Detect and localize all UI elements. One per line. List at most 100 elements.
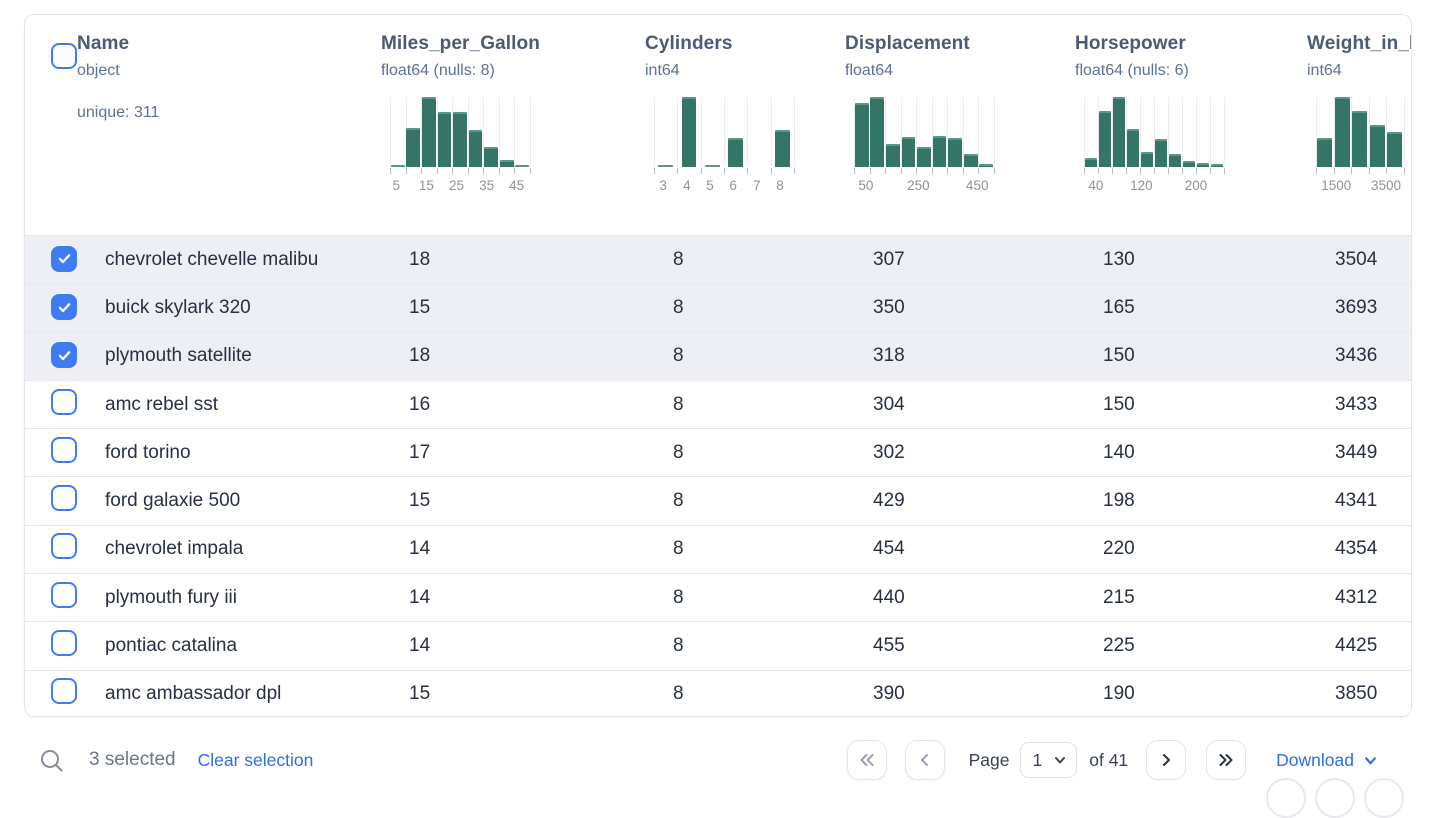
cell-miles_per_gallon: 17 — [409, 442, 673, 464]
row-checkbox[interactable] — [51, 246, 77, 272]
row-checkbox[interactable] — [51, 389, 77, 415]
column-title[interactable]: Displacement — [845, 33, 1075, 55]
histogram-gridline — [1084, 97, 1085, 167]
table-row[interactable]: ford galaxie 5001584291984341 — [25, 476, 1411, 524]
cell-displacement: 440 — [873, 587, 1103, 609]
axis-tick — [1098, 168, 1099, 174]
row-checkbox[interactable] — [51, 294, 77, 320]
cutoff-circle-button[interactable] — [1266, 778, 1306, 818]
row-checkbox[interactable] — [51, 582, 77, 608]
row-checkbox-cell — [25, 246, 105, 274]
hist-bar — [469, 130, 483, 167]
axis-tick — [514, 168, 515, 174]
row-checkbox[interactable] — [51, 533, 77, 559]
prev-page-button[interactable] — [905, 740, 945, 780]
axis-tick — [483, 168, 484, 174]
hist-bar — [1169, 154, 1181, 167]
histogram-plot[interactable] — [854, 97, 994, 167]
axis-tick — [771, 168, 772, 174]
cutoff-circle-button[interactable] — [1364, 778, 1404, 818]
cell-miles_per_gallon: 15 — [409, 297, 673, 319]
table-row[interactable]: buick skylark 3201583501653693 — [25, 283, 1411, 331]
histogram-gridline — [771, 97, 772, 167]
cell-cylinders: 8 — [673, 587, 873, 609]
search-icon[interactable] — [38, 747, 65, 774]
hist-bar — [1141, 152, 1153, 167]
next-page-button[interactable] — [1146, 740, 1186, 780]
axis-tick — [421, 168, 422, 174]
cell-miles_per_gallon: 14 — [409, 538, 673, 560]
table-row[interactable]: pontiac catalina1484552254425 — [25, 621, 1411, 669]
histogram-cylinders[interactable]: 345678 — [654, 97, 794, 194]
table-row[interactable]: plymouth fury iii1484402154312 — [25, 573, 1411, 621]
column-title[interactable]: Horsepower — [1075, 33, 1307, 55]
cell-displacement: 302 — [873, 442, 1103, 464]
histogram-gridline — [978, 97, 979, 167]
cell-displacement: 454 — [873, 538, 1103, 560]
page-select[interactable]: 1 — [1020, 742, 1078, 778]
axis-tick — [1334, 168, 1335, 174]
cell-name: pontiac catalina — [105, 635, 409, 657]
histogram-plot[interactable] — [390, 97, 530, 167]
row-checkbox[interactable] — [51, 342, 77, 368]
cell-horsepower: 150 — [1103, 394, 1335, 416]
histogram-gridline — [1196, 97, 1197, 167]
cutoff-circle-button[interactable] — [1315, 778, 1355, 818]
histogram-plot[interactable] — [654, 97, 794, 167]
histogram-weight[interactable]: 15003500 — [1316, 97, 1412, 194]
hist-bar — [933, 136, 947, 168]
table-row[interactable]: plymouth satellite1883181503436 — [25, 332, 1411, 380]
histogram-displacement[interactable]: 50250450 — [854, 97, 994, 194]
axis-tick — [1126, 168, 1127, 174]
cell-weight: 3693 — [1335, 297, 1412, 319]
hist-bar — [1113, 97, 1125, 167]
column-title[interactable]: Weight_in_lbs — [1307, 33, 1412, 55]
row-checkbox[interactable] — [51, 485, 77, 511]
column-title[interactable]: Cylinders — [645, 33, 845, 55]
header-checkbox-cell — [25, 15, 77, 235]
table-row[interactable]: amc rebel sst1683041503433 — [25, 380, 1411, 428]
page-select-value: 1 — [1033, 750, 1043, 771]
hist-bar — [870, 97, 884, 167]
histogram-miles_per_gallon[interactable]: 515253545 — [390, 97, 530, 194]
hist-bar — [1155, 139, 1167, 167]
row-checkbox[interactable] — [51, 437, 77, 463]
axis-tick — [1140, 168, 1141, 174]
histogram-tick-labels: 15003500 — [1316, 176, 1412, 194]
cell-horsepower: 198 — [1103, 490, 1335, 512]
row-checkbox-cell — [25, 582, 105, 614]
axis-tick-label: 45 — [509, 178, 524, 193]
column-title[interactable]: Miles_per_Gallon — [381, 33, 645, 55]
cell-displacement: 455 — [873, 635, 1103, 657]
cell-name: amc ambassador dpl — [105, 683, 409, 705]
table-row[interactable]: amc ambassador dpl1583901903850 — [25, 670, 1411, 717]
cell-displacement: 307 — [873, 249, 1103, 271]
column-title[interactable]: Name — [77, 33, 381, 55]
download-button[interactable]: Download — [1276, 750, 1378, 771]
table-row[interactable]: ford torino1783021403449 — [25, 428, 1411, 476]
column-dtype: float64 (nulls: 8) — [381, 62, 645, 80]
histogram-plot[interactable] — [1316, 97, 1412, 167]
table-row[interactable]: chevrolet impala1484542204354 — [25, 525, 1411, 573]
last-page-button[interactable] — [1206, 740, 1246, 780]
page-label: Page — [969, 750, 1010, 771]
first-page-button[interactable] — [847, 740, 887, 780]
row-checkbox-cell — [25, 485, 105, 517]
table-row[interactable]: chevrolet chevelle malibu1883071303504 — [25, 235, 1411, 283]
cell-cylinders: 8 — [673, 635, 873, 657]
axis-tick — [1351, 168, 1352, 174]
row-checkbox[interactable] — [51, 678, 77, 704]
row-checkbox[interactable] — [51, 630, 77, 656]
axis-tick — [1386, 168, 1387, 174]
histogram-axis — [390, 167, 530, 175]
clear-selection-link[interactable]: Clear selection — [198, 750, 314, 771]
axis-tick-label: 3500 — [1371, 178, 1401, 193]
cell-weight: 3436 — [1335, 345, 1412, 367]
cell-weight: 3850 — [1335, 683, 1412, 705]
histogram-horsepower[interactable]: 40120200 — [1084, 97, 1224, 194]
select-all-checkbox[interactable] — [51, 43, 77, 69]
histogram-plot[interactable] — [1084, 97, 1224, 167]
histogram-gridline — [1224, 97, 1225, 167]
cell-name: buick skylark 320 — [105, 297, 409, 319]
histogram-gridline — [654, 97, 655, 167]
